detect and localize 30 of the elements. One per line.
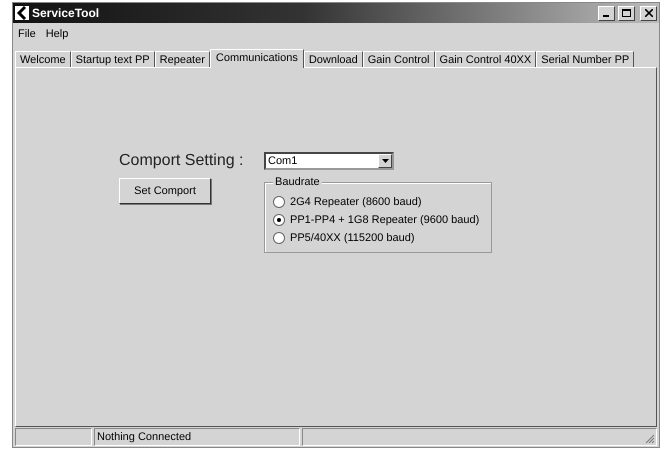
radio-button[interactable]: [273, 232, 285, 244]
comport-label: Comport Setting :: [119, 152, 244, 170]
set-comport-button[interactable]: Set Comport: [119, 178, 211, 204]
status-message: Nothing Connected: [94, 428, 300, 446]
menu-item[interactable]: Help: [46, 28, 68, 40]
close-icon: [644, 9, 652, 17]
minimize-button[interactable]: [598, 6, 615, 20]
radio-button[interactable]: [273, 196, 285, 208]
group-title: Baudrate: [273, 176, 322, 188]
app-logo-icon: [15, 6, 29, 20]
dropdown-arrow-icon: [382, 159, 388, 163]
maximize-button[interactable]: [618, 6, 635, 20]
tab[interactable]: Communications: [210, 49, 304, 68]
resize-grip-icon: [645, 434, 655, 444]
window-title: ServiceTool: [32, 6, 100, 20]
close-button[interactable]: [640, 6, 657, 20]
tab[interactable]: Gain Control 40XX: [434, 51, 536, 67]
tab[interactable]: Gain Control: [362, 51, 435, 67]
tab[interactable]: Download: [304, 51, 363, 67]
tab[interactable]: Serial Number PP: [536, 51, 634, 67]
radio-label: PP5/40XX (115200 baud): [290, 232, 415, 244]
maximize-icon: [622, 9, 631, 17]
tab[interactable]: Startup text PP: [70, 51, 155, 67]
comport-dropdown[interactable]: Com1: [264, 152, 394, 170]
tab[interactable]: Welcome: [15, 51, 71, 67]
radio-label: PP1-PP4 + 1G8 Repeater (9600 baud): [290, 214, 480, 226]
tab[interactable]: Repeater: [154, 51, 210, 67]
radio-label: 2G4 Repeater (8600 baud): [290, 196, 422, 208]
menu-item[interactable]: File: [18, 28, 36, 40]
radio-button[interactable]: [273, 214, 285, 226]
